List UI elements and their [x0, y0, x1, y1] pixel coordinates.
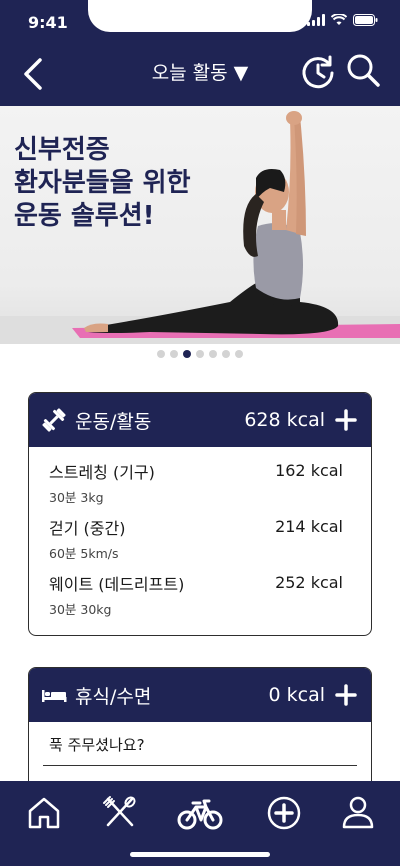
banner-line-3: 운동 솔루션!: [14, 201, 155, 231]
rest-total-kcal: 0 kcal: [268, 684, 326, 706]
promo-banner[interactable]: 신부전증 환자분들을 위한 운동 솔루션!: [0, 106, 400, 344]
carousel-dot[interactable]: [235, 350, 243, 358]
profile-icon[interactable]: [338, 793, 378, 833]
exercise-entry[interactable]: 웨이트 (데드리프트) 30분 30kg 252 kcal: [29, 559, 371, 617]
history-clock-icon[interactable]: [300, 54, 336, 90]
carousel-dot[interactable]: [209, 350, 217, 358]
add-exercise-plus-icon[interactable]: [335, 409, 357, 431]
exercise-card-header: 운동/활동 628 kcal: [29, 393, 371, 447]
exercise-entry[interactable]: 걷기 (중간) 60분 5km/s 214 kcal: [29, 503, 371, 561]
date-activity-dropdown[interactable]: 오늘 활동 ▼: [0, 58, 400, 85]
signal-icon: [307, 14, 325, 26]
meal-icon[interactable]: [100, 793, 140, 833]
carousel-indicator[interactable]: [0, 350, 400, 358]
home-icon[interactable]: [24, 793, 64, 833]
battery-icon: [353, 14, 378, 26]
banner-line-1: 신부전증: [14, 135, 110, 165]
sleep-question[interactable]: 푹 주무셨나요?: [43, 722, 357, 766]
rest-card-header: 휴식/수면 0 kcal: [29, 668, 371, 722]
bed-icon: [42, 690, 67, 702]
carousel-dot[interactable]: [157, 350, 165, 358]
home-indicator: [130, 852, 270, 857]
exercise-entry-kcal: 252 kcal: [275, 573, 343, 592]
add-circle-icon[interactable]: [264, 793, 304, 833]
exercise-entry-meta: 30분 30kg: [49, 602, 112, 617]
add-rest-plus-icon[interactable]: [335, 684, 357, 706]
search-icon[interactable]: [344, 52, 382, 90]
dumbbell-icon: [42, 408, 66, 432]
banner-headline: 신부전증 환자분들을 위한 운동 솔루션!: [14, 134, 234, 233]
banner-line-2: 환자분들을 위한: [14, 168, 191, 198]
device-notch: [88, 0, 312, 32]
exercise-card-title: 운동/활동: [75, 410, 152, 433]
carousel-dot[interactable]: [170, 350, 178, 358]
carousel-dot-active[interactable]: [183, 350, 191, 358]
status-icons: [307, 14, 378, 26]
exercise-entry[interactable]: 스트레칭 (기구) 30분 3kg 162 kcal: [29, 447, 371, 505]
exercise-card: 운동/활동 628 kcal 스트레칭 (기구) 30분 3kg 162 kca…: [28, 392, 372, 636]
status-bar: 9:41: [0, 0, 400, 46]
exercise-entry-kcal: 162 kcal: [275, 461, 343, 480]
wifi-icon: [331, 14, 347, 25]
top-nav-bar: 오늘 활동 ▼: [0, 46, 400, 106]
carousel-dot[interactable]: [222, 350, 230, 358]
exercise-entry-kcal: 214 kcal: [275, 517, 343, 536]
rest-card-title: 휴식/수면: [75, 685, 152, 708]
exercise-total-kcal: 628 kcal: [244, 409, 325, 431]
status-time: 9:41: [28, 13, 68, 32]
bicycle-icon[interactable]: [176, 793, 224, 833]
carousel-dot[interactable]: [196, 350, 204, 358]
